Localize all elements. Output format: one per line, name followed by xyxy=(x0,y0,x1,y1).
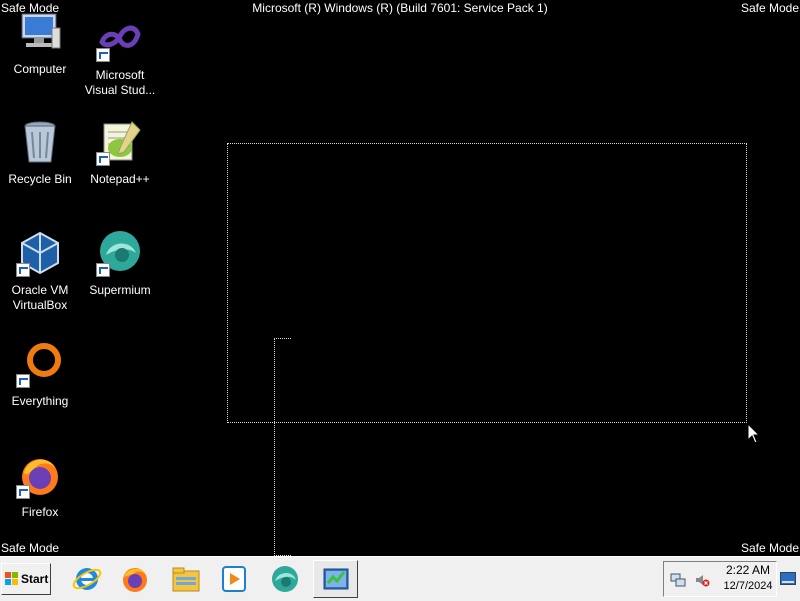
file-explorer-icon xyxy=(172,567,200,592)
virtualbox-icon xyxy=(16,229,64,277)
shortcut-arrow-icon xyxy=(96,263,110,277)
media-player-icon xyxy=(222,566,246,592)
desktop-icon-label: Oracle VM VirtualBox xyxy=(11,283,69,312)
notepad-plus-plus-icon xyxy=(96,118,144,166)
firefox-icon xyxy=(16,451,64,499)
mouse-pointer-icon xyxy=(747,423,761,444)
desktop-icon-supermium[interactable]: Supermium xyxy=(80,229,160,298)
taskbar-internet-explorer[interactable] xyxy=(67,560,107,598)
volume-muted-icon[interactable] xyxy=(694,572,710,588)
selection-rectangle xyxy=(227,143,747,423)
safe-mode-label-bottom-right: Safe Mode xyxy=(740,541,799,555)
safe-mode-label-top-right: Safe Mode xyxy=(740,1,799,15)
desktop-icon-label: Computer xyxy=(13,62,67,76)
supermium-icon xyxy=(96,229,144,277)
shortcut-arrow-icon xyxy=(16,374,30,388)
start-button[interactable]: Start xyxy=(1,563,51,595)
firefox-icon xyxy=(123,568,147,592)
internet-explorer-icon xyxy=(72,568,102,590)
desktop-icon-label: Supermium xyxy=(89,283,151,297)
desktop-icon-virtualbox[interactable]: Oracle VM VirtualBox xyxy=(0,229,80,313)
desktop-icon-label: Everything xyxy=(11,394,69,408)
shortcut-arrow-icon xyxy=(16,485,30,499)
clock-time[interactable]: 2:22 AM xyxy=(720,563,776,577)
shortcut-arrow-icon xyxy=(96,152,110,166)
everything-icon xyxy=(16,340,64,388)
taskbar-task-manager[interactable] xyxy=(313,560,358,598)
selection-rectangle-partial xyxy=(274,338,291,556)
visual-studio-icon xyxy=(96,14,144,62)
clock-date[interactable]: 12/7/2024 xyxy=(716,580,780,592)
windows-logo-icon xyxy=(5,572,18,585)
show-desktop-icon[interactable] xyxy=(780,572,796,586)
task-manager-icon xyxy=(323,568,348,590)
taskbar-file-explorer[interactable] xyxy=(166,560,206,598)
network-icon[interactable] xyxy=(670,572,686,588)
supermium-icon xyxy=(272,566,298,592)
desktop-icon-label: Microsoft Visual Stud... xyxy=(84,68,156,97)
desktop-icon-label: Recycle Bin xyxy=(8,172,72,186)
desktop-icon-recycle-bin[interactable]: Recycle Bin xyxy=(0,118,80,187)
computer-icon xyxy=(16,8,64,56)
desktop-icon-label: Notepad++ xyxy=(90,172,150,186)
recycle-bin-icon xyxy=(16,118,64,166)
start-label: Start xyxy=(21,572,49,586)
desktop-icon-visual-studio[interactable]: Microsoft Visual Stud... xyxy=(80,14,160,98)
taskbar-firefox[interactable] xyxy=(115,560,155,598)
shortcut-arrow-icon xyxy=(16,263,30,277)
taskbar-supermium[interactable] xyxy=(265,560,305,598)
build-info: Microsoft (R) Windows (R) (Build 7601: S… xyxy=(252,1,548,15)
desktop-icon-everything[interactable]: Everything xyxy=(0,340,80,409)
safe-mode-label-bottom-left: Safe Mode xyxy=(1,541,60,555)
desktop-icon-label: Firefox xyxy=(21,505,59,519)
taskbar-media-player[interactable] xyxy=(214,560,254,598)
desktop-icon-firefox[interactable]: Firefox xyxy=(0,451,80,520)
shortcut-arrow-icon xyxy=(96,48,110,62)
taskbar: Start xyxy=(0,556,800,601)
desktop-icon-notepad-plus-plus[interactable]: Notepad++ xyxy=(80,118,160,187)
desktop-icon-computer[interactable]: Computer xyxy=(0,8,80,77)
